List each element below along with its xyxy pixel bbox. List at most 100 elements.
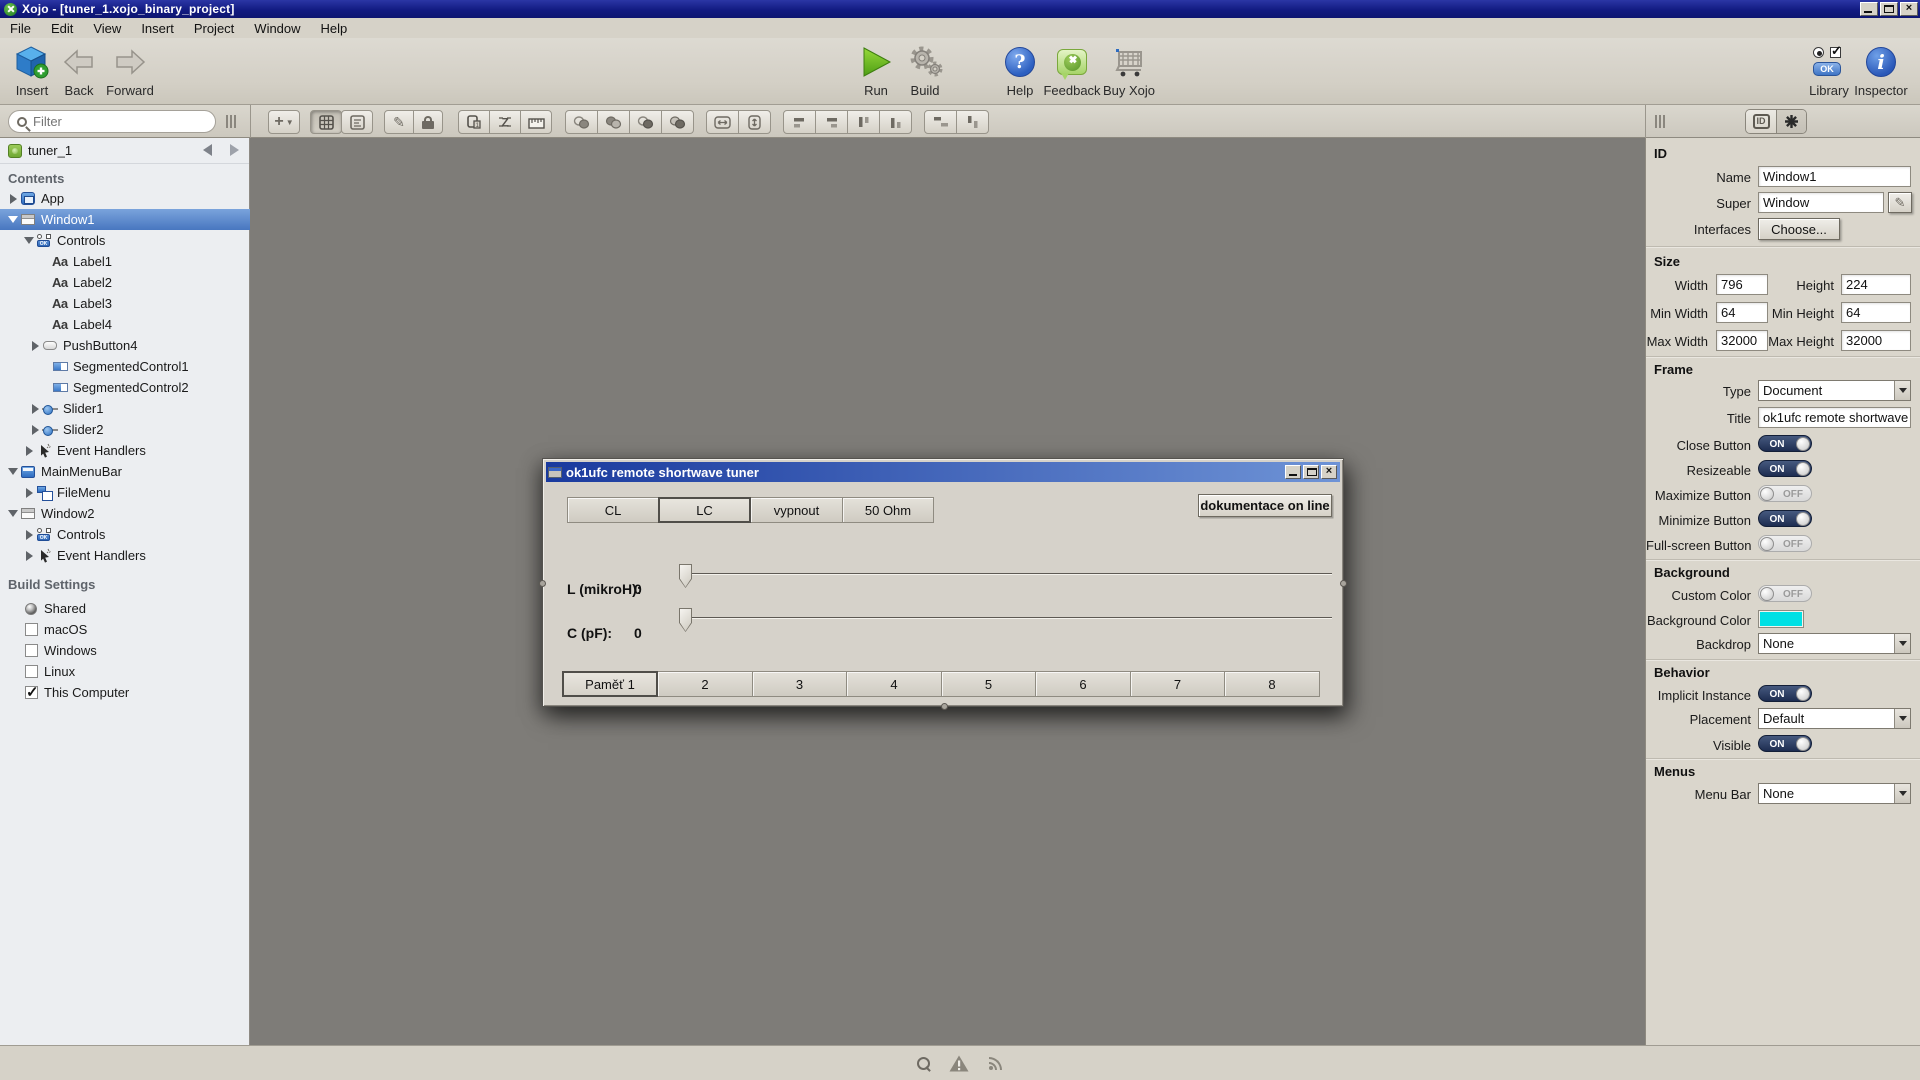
frame-title-field[interactable]: ok1ufc remote shortwave tu bbox=[1758, 407, 1911, 428]
height-field[interactable]: 224 bbox=[1841, 274, 1911, 295]
min-height-field[interactable]: 64 bbox=[1841, 302, 1911, 323]
resize-handle-right[interactable] bbox=[1340, 580, 1347, 587]
maximize-button-toggle[interactable]: OFF bbox=[1758, 485, 1812, 502]
slider-c-track[interactable] bbox=[686, 617, 1332, 619]
build-target-this-computer[interactable]: This Computer bbox=[0, 682, 250, 703]
disclosure-icon[interactable] bbox=[6, 216, 20, 223]
space-vertical-button[interactable] bbox=[956, 110, 989, 134]
tree-item-segmentedcontrol2[interactable]: SegmentedControl2 bbox=[0, 377, 250, 398]
disclosure-icon[interactable] bbox=[22, 488, 36, 498]
segment-vypnout[interactable]: vypnout bbox=[750, 497, 843, 523]
close-button-toggle[interactable]: ON bbox=[1758, 435, 1812, 452]
duplicate-button[interactable]: 1 bbox=[458, 110, 490, 134]
build-button[interactable]: Build bbox=[890, 44, 960, 98]
segment-memory-1[interactable]: Paměť 1 bbox=[562, 671, 658, 697]
max-width-field[interactable]: 32000 bbox=[1716, 330, 1768, 351]
menu-help[interactable]: Help bbox=[311, 18, 358, 38]
tree-item-event-handlers2[interactable]: Event Handlers bbox=[0, 545, 250, 566]
align-right-button[interactable] bbox=[815, 110, 848, 134]
disclosure-icon[interactable] bbox=[22, 551, 36, 561]
equal-height-button[interactable] bbox=[738, 110, 771, 134]
tree-item-slider1[interactable]: Slider1 bbox=[0, 398, 250, 419]
placement-dropdown[interactable]: Default bbox=[1758, 708, 1911, 729]
tree-item-pushbutton4[interactable]: PushButton4 bbox=[0, 335, 250, 356]
name-field[interactable]: Window1 bbox=[1758, 166, 1911, 187]
align-top-button[interactable] bbox=[847, 110, 880, 134]
menu-edit[interactable]: Edit bbox=[41, 18, 83, 38]
slider-l-track[interactable] bbox=[686, 573, 1332, 575]
designed-window[interactable]: ok1ufc remote shortwave tuner × CL LC vy… bbox=[542, 458, 1344, 707]
feed-icon[interactable] bbox=[988, 1055, 1004, 1071]
tree-item-app[interactable]: App bbox=[0, 188, 250, 209]
filter-box[interactable] bbox=[8, 110, 216, 133]
frame-type-dropdown[interactable]: Document bbox=[1758, 380, 1911, 401]
tree-item-event-handlers[interactable]: Event Handlers bbox=[0, 440, 250, 461]
interfaces-choose-button[interactable]: Choose... bbox=[1758, 218, 1840, 240]
checkbox-unchecked-icon[interactable] bbox=[25, 623, 38, 636]
nav-forward-icon[interactable] bbox=[230, 144, 239, 156]
resize-handle-left[interactable] bbox=[539, 580, 546, 587]
align-bottom-button[interactable] bbox=[879, 110, 912, 134]
backdrop-dropdown[interactable]: None bbox=[1758, 633, 1911, 654]
layout-view-toggle[interactable] bbox=[310, 110, 342, 134]
menu-project[interactable]: Project bbox=[184, 18, 244, 38]
send-to-back-button[interactable] bbox=[629, 110, 662, 134]
tree-item-slider2[interactable]: Slider2 bbox=[0, 419, 250, 440]
tree-item-window1[interactable]: Window1 bbox=[0, 209, 250, 230]
inspector-resize-grip[interactable] bbox=[1655, 115, 1665, 128]
measure-button[interactable] bbox=[520, 110, 552, 134]
checkbox-unchecked-icon[interactable] bbox=[25, 665, 38, 678]
tree-item-window2[interactable]: Window2 bbox=[0, 503, 250, 524]
build-target-linux[interactable]: Linux bbox=[0, 661, 250, 682]
disclosure-icon[interactable] bbox=[6, 510, 20, 517]
min-width-field[interactable]: 64 bbox=[1716, 302, 1768, 323]
close-button[interactable]: × bbox=[1900, 2, 1918, 16]
segment-memory-7[interactable]: 7 bbox=[1130, 671, 1225, 697]
segment-memory-8[interactable]: 8 bbox=[1224, 671, 1320, 697]
fullscreen-button-toggle[interactable]: OFF bbox=[1758, 535, 1812, 552]
segment-50ohm[interactable]: 50 Ohm bbox=[842, 497, 934, 523]
menu-bar-dropdown[interactable]: None bbox=[1758, 783, 1911, 804]
segment-cl[interactable]: CL bbox=[567, 497, 659, 523]
tree-item-controls[interactable]: OK Controls bbox=[0, 230, 250, 251]
tree-item-mainmenubar[interactable]: MainMenuBar bbox=[0, 461, 250, 482]
resizeable-toggle[interactable]: ON bbox=[1758, 460, 1812, 477]
build-target-macos[interactable]: macOS bbox=[0, 619, 250, 640]
slider-l-thumb[interactable] bbox=[679, 564, 692, 588]
tree-item-segmentedcontrol1[interactable]: SegmentedControl1 bbox=[0, 356, 250, 377]
disclosure-icon[interactable] bbox=[28, 425, 42, 435]
send-backward-button[interactable] bbox=[565, 110, 598, 134]
disclosure-icon[interactable] bbox=[22, 530, 36, 540]
tree-item-label3[interactable]: Aa Label3 bbox=[0, 293, 250, 314]
segment-memory-2[interactable]: 2 bbox=[657, 671, 753, 697]
segment-lc[interactable]: LC bbox=[658, 497, 751, 523]
space-horizontal-button[interactable] bbox=[924, 110, 957, 134]
super-edit-button[interactable]: ✎ bbox=[1888, 192, 1912, 213]
tab-inspector-properties[interactable]: ID bbox=[1746, 110, 1776, 133]
minimize-button-toggle[interactable]: ON bbox=[1758, 510, 1812, 527]
tree-item-filemenu[interactable]: FileMenu bbox=[0, 482, 250, 503]
minimize-button[interactable] bbox=[1860, 2, 1878, 16]
nav-back-icon[interactable] bbox=[203, 144, 212, 156]
menu-file[interactable]: File bbox=[0, 18, 41, 38]
resize-handle-bottom[interactable] bbox=[941, 703, 948, 710]
buy-xojo-button[interactable]: Buy Xojo bbox=[1094, 44, 1164, 98]
build-target-windows[interactable]: Windows bbox=[0, 640, 250, 661]
equal-width-button[interactable] bbox=[706, 110, 739, 134]
menu-view[interactable]: View bbox=[83, 18, 131, 38]
build-target-shared[interactable]: Shared bbox=[0, 598, 250, 619]
menu-insert[interactable]: Insert bbox=[131, 18, 184, 38]
segment-memory-5[interactable]: 5 bbox=[941, 671, 1036, 697]
bring-forward-button[interactable] bbox=[597, 110, 630, 134]
slider-c-thumb[interactable] bbox=[679, 608, 692, 632]
super-field[interactable]: Window bbox=[1758, 192, 1884, 213]
implicit-instance-toggle[interactable]: ON bbox=[1758, 685, 1812, 702]
disclosure-icon[interactable] bbox=[22, 446, 36, 456]
segment-memory-3[interactable]: 3 bbox=[752, 671, 847, 697]
disclosure-icon[interactable] bbox=[6, 468, 20, 475]
documentation-button[interactable]: dokumentace on line bbox=[1198, 494, 1332, 517]
search-status-icon[interactable] bbox=[917, 1057, 930, 1070]
tab-inspector-advanced[interactable] bbox=[1776, 110, 1806, 133]
disclosure-icon[interactable] bbox=[28, 341, 42, 351]
bring-to-front-button[interactable] bbox=[661, 110, 694, 134]
